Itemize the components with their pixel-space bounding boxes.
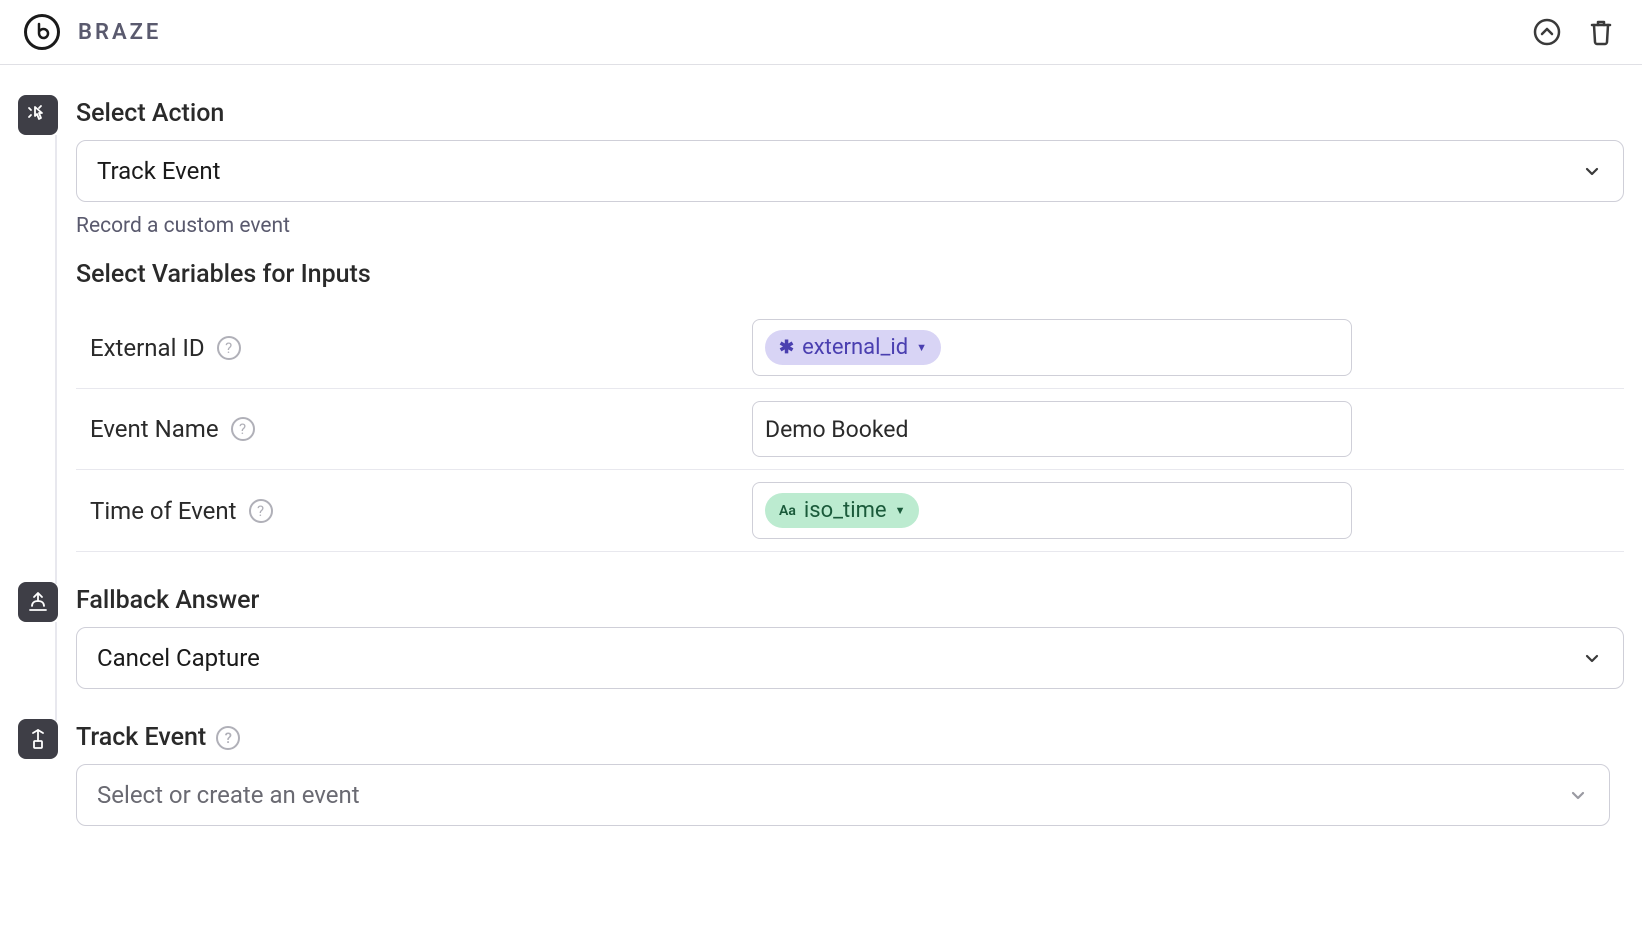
input-label-external-id: External ID ? <box>76 334 736 362</box>
track-event-step-icon <box>18 719 58 759</box>
action-step-icon <box>18 95 58 135</box>
variables-section-title: Select Variables for Inputs <box>76 260 1624 289</box>
fallback-value: Cancel Capture <box>97 644 260 672</box>
header-left: BRAZE <box>24 14 161 50</box>
variable-chip-iso-time[interactable]: Aa iso_time ▼ <box>765 493 919 528</box>
chevron-down-icon: ▼ <box>916 341 927 354</box>
input-field-time-of-event[interactable]: Aa iso_time ▼ <box>752 482 1352 539</box>
select-action-value: Track Event <box>97 157 220 185</box>
track-event-placeholder: Select or create an event <box>97 781 360 809</box>
fallback-section: Fallback Answer Cancel Capture <box>18 582 1624 711</box>
track-event-title-text: Track Event <box>76 723 206 752</box>
label-text: Time of Event <box>90 497 237 525</box>
input-label-time-of-event: Time of Event ? <box>76 497 736 525</box>
chip-text: iso_time <box>804 498 887 523</box>
app-header: BRAZE <box>0 0 1642 65</box>
help-icon[interactable]: ? <box>217 336 241 360</box>
asterisk-icon: ✱ <box>779 337 794 358</box>
input-row-event-name: Event Name ? Demo Booked <box>76 389 1624 470</box>
chip-text: external_id <box>802 335 908 360</box>
input-label-event-name: Event Name ? <box>76 415 736 443</box>
fallback-body: Fallback Answer Cancel Capture <box>76 582 1624 711</box>
select-action-title: Select Action <box>76 99 1624 128</box>
step-connector <box>55 135 57 584</box>
input-field-event-name[interactable]: Demo Booked <box>752 401 1352 457</box>
text-type-icon: Aa <box>779 503 796 519</box>
track-event-section: Track Event ? Select or create an event <box>18 719 1624 826</box>
track-event-dropdown[interactable]: Select or create an event <box>76 764 1610 826</box>
delete-icon[interactable] <box>1584 15 1618 49</box>
help-icon[interactable]: ? <box>249 499 273 523</box>
input-row-time-of-event: Time of Event ? Aa iso_time ▼ <box>76 470 1624 552</box>
input-value: Demo Booked <box>765 416 1339 443</box>
chevron-down-icon <box>1567 784 1589 806</box>
help-icon[interactable]: ? <box>231 417 255 441</box>
select-action-helper: Record a custom event <box>76 214 1624 238</box>
fallback-title: Fallback Answer <box>76 586 1624 615</box>
brand-name: BRAZE <box>78 20 161 45</box>
chevron-down-icon <box>1581 160 1603 182</box>
track-event-body: Track Event ? Select or create an event <box>76 719 1624 826</box>
help-icon[interactable]: ? <box>216 726 240 750</box>
step-connector <box>55 622 57 721</box>
collapse-icon[interactable] <box>1530 15 1564 49</box>
label-text: Event Name <box>90 415 219 443</box>
braze-logo-icon <box>24 14 60 50</box>
fallback-step-icon <box>18 582 58 622</box>
select-action-dropdown[interactable]: Track Event <box>76 140 1624 202</box>
select-action-section: Select Action Track Event Record a custo… <box>18 95 1624 574</box>
header-right <box>1530 15 1618 49</box>
select-action-body: Select Action Track Event Record a custo… <box>76 95 1624 574</box>
content-area: Select Action Track Event Record a custo… <box>0 65 1642 874</box>
chevron-down-icon <box>1581 647 1603 669</box>
track-event-title: Track Event ? <box>76 723 1624 752</box>
fallback-dropdown[interactable]: Cancel Capture <box>76 627 1624 689</box>
input-field-external-id[interactable]: ✱ external_id ▼ <box>752 319 1352 376</box>
variable-chip-external-id[interactable]: ✱ external_id ▼ <box>765 330 941 365</box>
label-text: External ID <box>90 334 205 362</box>
chevron-down-icon: ▼ <box>895 504 906 517</box>
input-row-external-id: External ID ? ✱ external_id ▼ <box>76 307 1624 389</box>
